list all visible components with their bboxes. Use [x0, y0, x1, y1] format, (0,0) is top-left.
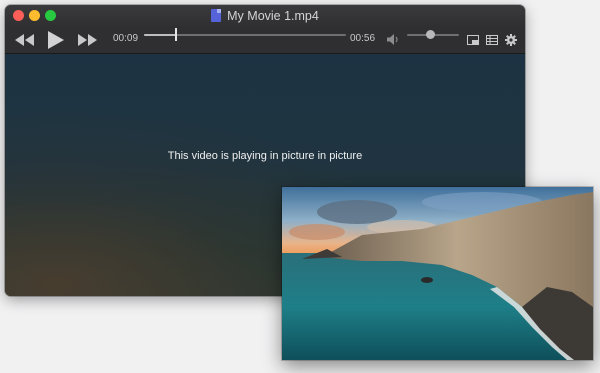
play-button[interactable] [45, 26, 67, 53]
seek-slider[interactable] [144, 28, 346, 41]
pip-status-message: This video is playing in picture in pict… [167, 150, 363, 162]
document-icon [211, 9, 222, 22]
settings-button[interactable] [503, 26, 519, 53]
coastal-cliffs-video-frame [282, 187, 593, 360]
playlist-button[interactable] [484, 26, 500, 53]
seek-progress-fill [144, 34, 177, 36]
play-icon [48, 30, 64, 49]
fast-forward-button[interactable] [76, 26, 100, 53]
picture-in-picture-icon [467, 34, 479, 45]
speaker-icon [386, 34, 398, 45]
volume-button[interactable] [385, 26, 401, 53]
playlist-icon [486, 34, 498, 45]
current-time: 00:09 [113, 33, 139, 44]
pip-window[interactable] [282, 187, 593, 360]
gear-icon [505, 33, 517, 46]
seek-handle[interactable] [175, 28, 178, 41]
fast-forward-icon [78, 33, 97, 46]
rewind-button[interactable] [13, 26, 37, 53]
duration-time: 00:56 [350, 33, 376, 44]
title-bar[interactable]: My Movie 1.mp4 [5, 5, 525, 26]
window-title-container: My Movie 1.mp4 [5, 5, 525, 26]
volume-slider[interactable] [407, 30, 459, 39]
pip-toggle-button[interactable] [465, 26, 481, 53]
playback-toolbar: 00:09 00:56 [5, 26, 525, 54]
rewind-icon [15, 33, 34, 46]
window-title: My Movie 1.mp4 [227, 8, 319, 23]
